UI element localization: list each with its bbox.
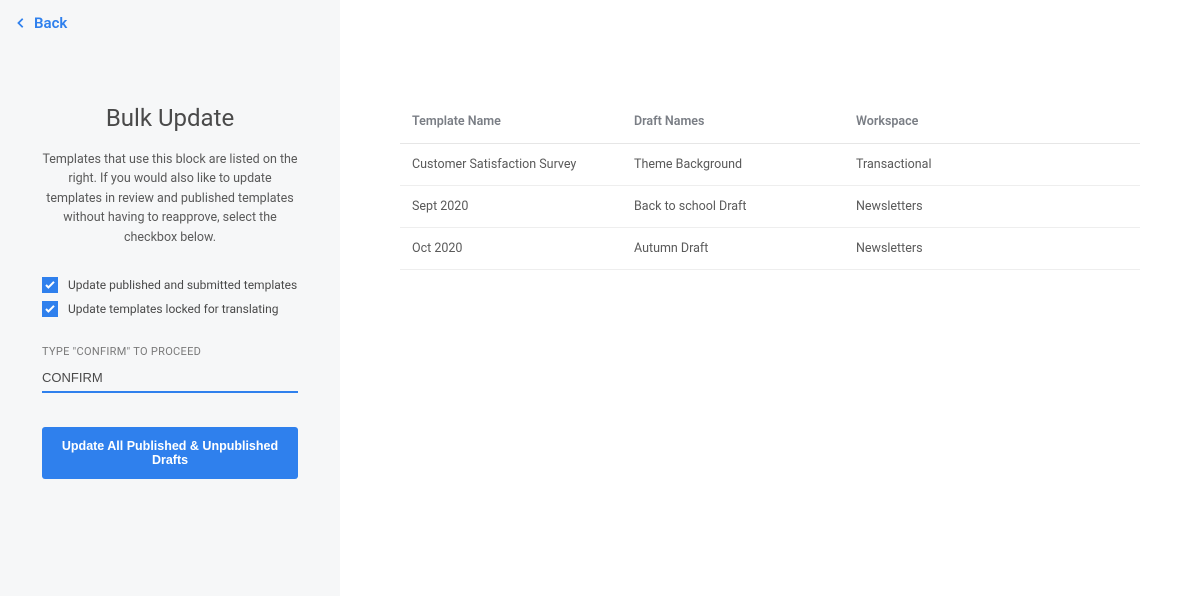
update-all-button[interactable]: Update All Published & Unpublished Draft…	[42, 427, 298, 479]
cell-template-name: Oct 2020	[412, 241, 634, 256]
checkbox-locked-label: Update templates locked for translating	[68, 302, 278, 316]
cell-workspace: Newsletters	[856, 199, 1128, 214]
cell-workspace: Transactional	[856, 157, 1128, 172]
back-label: Back	[34, 14, 67, 32]
sidebar: Back Bulk Update Templates that use this…	[0, 0, 340, 596]
sidebar-content: Bulk Update Templates that use this bloc…	[0, 32, 340, 479]
checkbox-row-published: Update published and submitted templates	[42, 277, 298, 293]
table-row: Customer Satisfaction Survey Theme Backg…	[400, 144, 1140, 186]
chevron-left-icon	[16, 17, 26, 29]
cell-draft-names: Autumn Draft	[634, 241, 856, 256]
table-row: Sept 2020 Back to school Draft Newslette…	[400, 186, 1140, 228]
checkbox-published[interactable]	[42, 277, 58, 293]
templates-table: Template Name Draft Names Workspace Cust…	[400, 100, 1140, 270]
cell-draft-names: Back to school Draft	[634, 199, 856, 214]
cell-template-name: Sept 2020	[412, 199, 634, 214]
table-row: Oct 2020 Autumn Draft Newsletters	[400, 228, 1140, 270]
confirm-label: TYPE "CONFIRM" TO PROCEED	[42, 345, 298, 358]
check-icon	[45, 281, 55, 289]
table-header: Template Name Draft Names Workspace	[400, 100, 1140, 144]
header-template-name: Template Name	[412, 114, 634, 129]
page-title: Bulk Update	[42, 104, 298, 132]
checkbox-published-label: Update published and submitted templates	[68, 278, 297, 292]
main: Template Name Draft Names Workspace Cust…	[340, 0, 1200, 596]
cell-workspace: Newsletters	[856, 241, 1128, 256]
cell-draft-names: Theme Background	[634, 157, 856, 172]
checkbox-locked[interactable]	[42, 301, 58, 317]
confirm-block: TYPE "CONFIRM" TO PROCEED	[42, 345, 298, 393]
page-description: Templates that use this block are listed…	[42, 150, 298, 247]
check-icon	[45, 305, 55, 313]
back-button[interactable]: Back	[0, 14, 340, 32]
header-draft-names: Draft Names	[634, 114, 856, 129]
header-workspace: Workspace	[856, 114, 1128, 129]
cell-template-name: Customer Satisfaction Survey	[412, 157, 634, 172]
confirm-input[interactable]	[42, 366, 298, 393]
checkbox-row-locked: Update templates locked for translating	[42, 301, 298, 317]
